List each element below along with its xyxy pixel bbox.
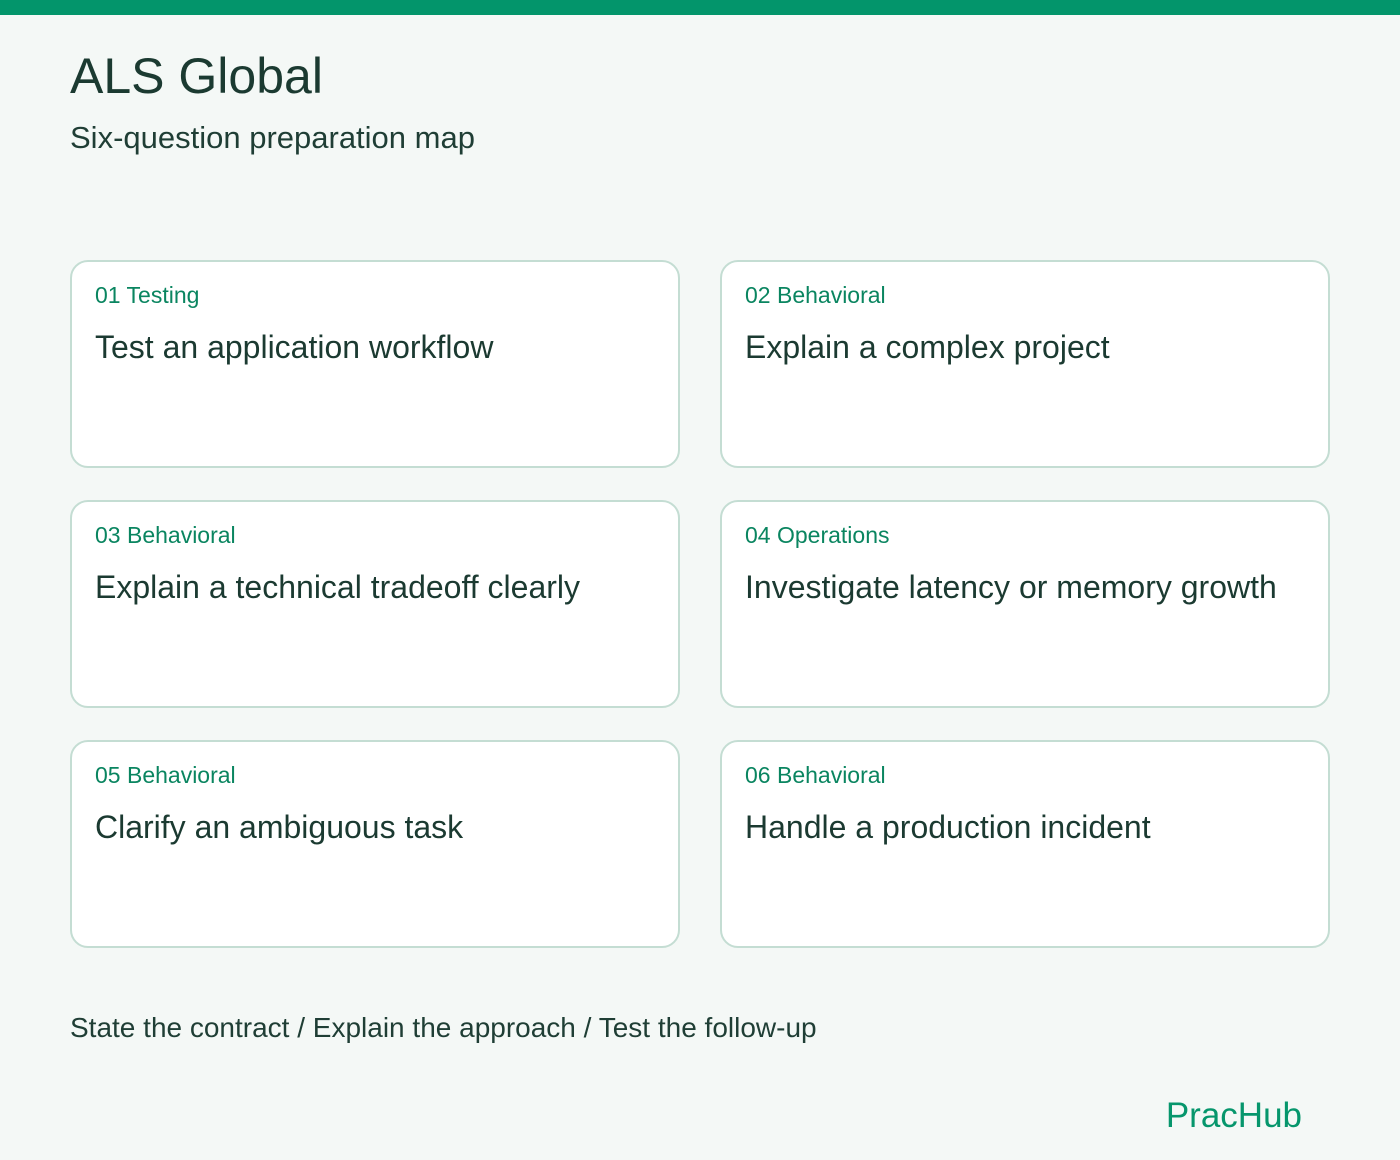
question-card: 03 Behavioral Explain a technical tradeo…: [70, 500, 680, 708]
question-card-title: Test an application workflow: [95, 329, 494, 365]
question-card: 05 Behavioral Clarify an ambiguous task: [70, 740, 680, 948]
question-card: 02 Behavioral Explain a complex project: [720, 260, 1330, 468]
question-card-label: 03 Behavioral: [95, 522, 236, 548]
question-card-label: 02 Behavioral: [745, 282, 886, 308]
question-card-title: Clarify an ambiguous task: [95, 809, 464, 845]
top-accent-bar: [0, 0, 1400, 15]
footer-steps: State the contract / Explain the approac…: [70, 1012, 817, 1043]
question-card-label: 06 Behavioral: [745, 762, 886, 788]
brand-logo: PracHub: [1165, 1096, 1302, 1135]
page-title: ALS Global: [70, 48, 323, 104]
question-card: 04 Operations Investigate latency or mem…: [720, 500, 1330, 708]
question-card-title: Handle a production incident: [745, 809, 1151, 845]
question-card-label: 05 Behavioral: [95, 762, 236, 788]
question-card-title: Investigate latency or memory growth: [745, 569, 1277, 605]
question-card: 01 Testing Test an application workflow: [70, 260, 680, 468]
question-card-label: 01 Testing: [95, 282, 200, 308]
question-card: 06 Behavioral Handle a production incide…: [720, 740, 1330, 948]
question-card-label: 04 Operations: [745, 522, 890, 548]
question-card-grid: 01 Testing Test an application workflow …: [70, 260, 1330, 948]
question-card-title: Explain a complex project: [745, 329, 1110, 365]
page-subtitle: Six-question preparation map: [70, 120, 475, 155]
question-card-title: Explain a technical tradeoff clearly: [95, 569, 581, 605]
